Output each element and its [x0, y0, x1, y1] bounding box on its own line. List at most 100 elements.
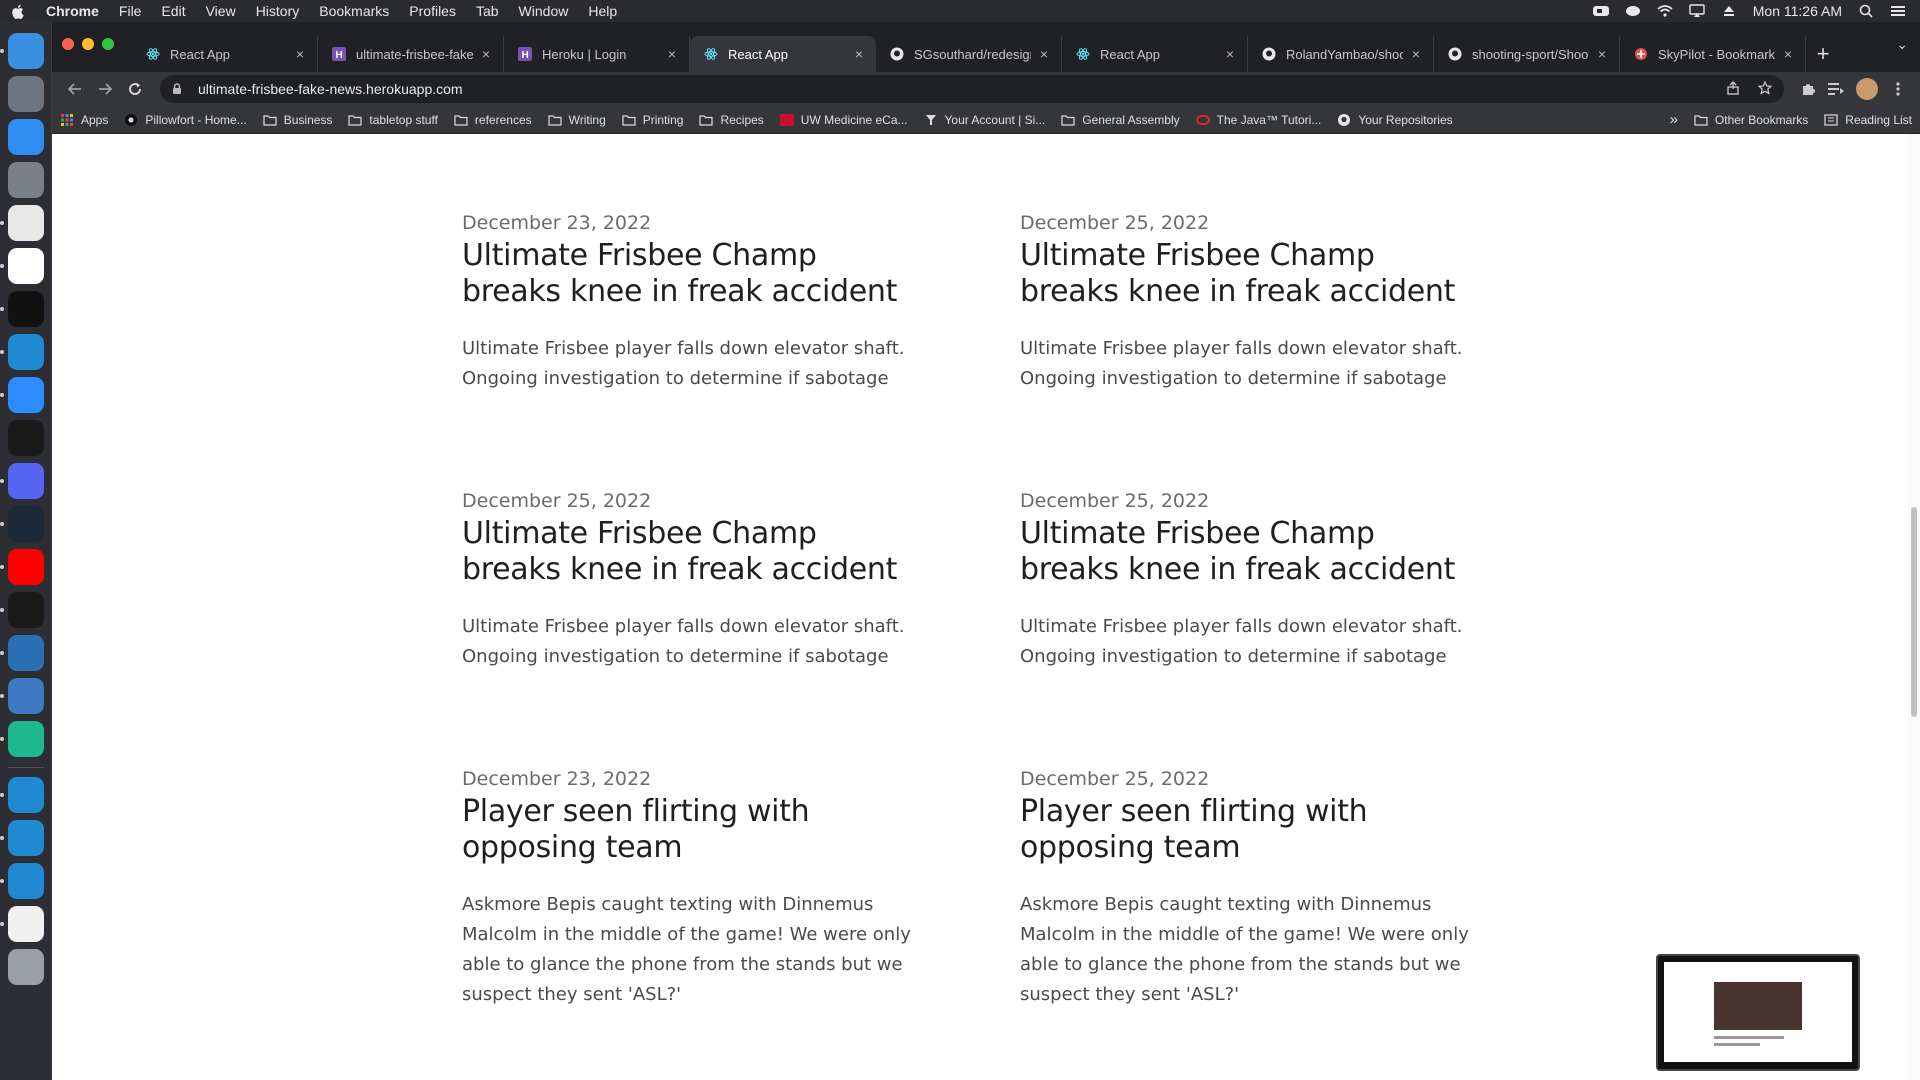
more-menu-icon[interactable]: [1884, 75, 1912, 103]
bookmark-item[interactable]: UW Medicine eCa...: [779, 113, 908, 127]
zoom-status-icon[interactable]: [1592, 4, 1609, 18]
bookmark-item[interactable]: Business: [263, 113, 332, 127]
bookmark-item[interactable]: Recipes: [699, 113, 764, 127]
url-text[interactable]: ultimate-frisbee-fake-news.herokuapp.com: [198, 81, 463, 97]
browser-tab[interactable]: SkyPilot - Bookmarks ×: [1620, 36, 1806, 72]
youtube-music-icon[interactable]: [0, 549, 44, 585]
tableplus-icon[interactable]: [0, 635, 44, 671]
menu-file[interactable]: File: [119, 3, 142, 19]
extensions-puzzle-icon[interactable]: [1794, 75, 1822, 103]
page-scrollbar[interactable]: [1908, 134, 1920, 1080]
spotlight-search-icon[interactable]: [1858, 4, 1874, 18]
minimize-window-button[interactable]: [82, 38, 94, 50]
bookmark-other[interactable]: Other Bookmarks: [1694, 113, 1808, 127]
wifi-icon[interactable]: [1657, 4, 1673, 18]
share-icon[interactable]: [1726, 80, 1740, 98]
system-preferences-icon[interactable]: [7, 162, 44, 198]
bookmark-item[interactable]: references: [454, 113, 532, 127]
bookmark-item[interactable]: General Assembly: [1061, 113, 1180, 127]
article-title[interactable]: Ultimate Frisbee Champ breaks knee in fr…: [1020, 516, 1482, 588]
tab-close-icon[interactable]: ×: [1595, 46, 1609, 62]
reload-button[interactable]: [120, 75, 150, 103]
slack-icon[interactable]: [0, 248, 44, 284]
control-center-icon[interactable]: [1890, 4, 1906, 18]
bookmark-item[interactable]: The Java™ Tutori...: [1195, 113, 1321, 127]
tab-close-icon[interactable]: ×: [479, 46, 493, 62]
browser-tab[interactable]: React App ×: [1062, 36, 1248, 72]
eject-icon[interactable]: [1721, 4, 1737, 18]
bookmark-item[interactable]: Your Repositories: [1337, 113, 1453, 127]
vscode-icon[interactable]: [0, 863, 44, 899]
chrome-icon[interactable]: [0, 205, 44, 241]
article-title[interactable]: Ultimate Frisbee Champ breaks knee in fr…: [462, 516, 924, 588]
launchpad-icon[interactable]: [7, 76, 44, 112]
tab-close-icon[interactable]: ×: [852, 46, 866, 62]
article-card[interactable]: December 25, 2022 Ultimate Frisbee Champ …: [462, 490, 924, 768]
bookmark-star-icon[interactable]: [1757, 80, 1773, 98]
bookmark-item[interactable]: tabletop stuff: [348, 113, 438, 127]
menu-help[interactable]: Help: [588, 3, 617, 19]
lock-icon[interactable]: [172, 83, 184, 95]
back-button[interactable]: [60, 75, 90, 103]
browser-tab[interactable]: SGsouthard/redesign ×: [876, 36, 1062, 72]
apple-icon[interactable]: [10, 3, 24, 19]
browser-tab[interactable]: React App ×: [690, 36, 876, 72]
bookmark-item[interactable]: Printing: [622, 113, 683, 127]
zoom-window-button[interactable]: [102, 38, 114, 50]
tab-close-icon[interactable]: ×: [665, 46, 679, 62]
robot-app-icon[interactable]: [0, 721, 44, 757]
menu-app-name[interactable]: Chrome: [46, 3, 99, 19]
vscode-icon[interactable]: [0, 820, 44, 856]
browser-tab[interactable]: React App ×: [132, 36, 318, 72]
finder-icon[interactable]: [0, 33, 44, 69]
compass-icon[interactable]: [7, 420, 44, 456]
address-bar[interactable]: ultimate-frisbee-fake-news.herokuapp.com: [160, 75, 1784, 103]
tab-close-icon[interactable]: ×: [1409, 46, 1423, 62]
bookmark-item[interactable]: Pillowfort - Home...: [124, 113, 247, 127]
menu-tab[interactable]: Tab: [476, 3, 499, 19]
browser-tab[interactable]: Hultimate-frisbee-fake ×: [318, 36, 504, 72]
steam-icon[interactable]: [0, 506, 44, 542]
bookmarks-overflow-button[interactable]: »: [1670, 111, 1678, 128]
postgres-elephant-icon[interactable]: [0, 678, 44, 714]
article-card[interactable]: December 25, 2022 Player seen flirting wi…: [1020, 768, 1482, 1046]
media-queue-icon[interactable]: [1822, 75, 1850, 103]
bookmark-item[interactable]: Writing: [548, 113, 606, 127]
screen-capture-icon[interactable]: [0, 592, 44, 628]
vscode-icon[interactable]: [0, 334, 44, 370]
tab-close-icon[interactable]: ×: [1223, 46, 1237, 62]
forward-button[interactable]: [90, 75, 120, 103]
menu-history[interactable]: History: [256, 3, 300, 19]
bookmark-item[interactable]: Your Account | Si...: [924, 113, 1045, 127]
zoom-icon[interactable]: [0, 377, 44, 413]
article-card[interactable]: December 25, 2022 Ultimate Frisbee Champ …: [1020, 212, 1482, 490]
menu-profiles[interactable]: Profiles: [409, 3, 456, 19]
screen-recording-preview[interactable]: [1656, 954, 1860, 1071]
elephant-status-icon[interactable]: [1625, 4, 1641, 18]
article-title[interactable]: Player seen flirting with opposing team: [1020, 794, 1482, 866]
tab-search-chevron-icon[interactable]: ⌄: [1896, 36, 1908, 53]
menubar-clock[interactable]: Mon 11:26 AM: [1753, 3, 1842, 19]
reading-list-button[interactable]: Reading List: [1824, 113, 1912, 127]
browser-tab[interactable]: RolandYambao/shoot ×: [1248, 36, 1434, 72]
discord-icon[interactable]: [0, 463, 44, 499]
article-title[interactable]: Ultimate Frisbee Champ breaks knee in fr…: [462, 238, 924, 310]
article-card[interactable]: December 23, 2022 Ultimate Frisbee Champ …: [462, 212, 924, 490]
tab-close-icon[interactable]: ×: [1781, 46, 1795, 62]
app-store-icon[interactable]: [7, 119, 44, 155]
vscode-icon[interactable]: [0, 777, 44, 813]
tab-close-icon[interactable]: ×: [1037, 46, 1051, 62]
article-card[interactable]: December 23, 2022 Player seen flirting wi…: [462, 768, 924, 1046]
article-title[interactable]: Player seen flirting with opposing team: [462, 794, 924, 866]
scrollbar-thumb[interactable]: [1911, 507, 1917, 717]
article-card[interactable]: December 25, 2022 Ultimate Frisbee Champ …: [1020, 490, 1482, 768]
menu-window[interactable]: Window: [519, 3, 569, 19]
tab-close-icon[interactable]: ×: [293, 46, 307, 62]
airplay-icon[interactable]: [1689, 4, 1705, 18]
new-tab-button[interactable]: +: [1806, 36, 1840, 72]
close-window-button[interactable]: [62, 38, 74, 50]
article-title[interactable]: Ultimate Frisbee Champ breaks knee in fr…: [1020, 238, 1482, 310]
trash-icon[interactable]: [7, 949, 44, 985]
bookmark-item[interactable]: Apps: [60, 113, 108, 127]
browser-tab[interactable]: shooting-sport/Shoot ×: [1434, 36, 1620, 72]
